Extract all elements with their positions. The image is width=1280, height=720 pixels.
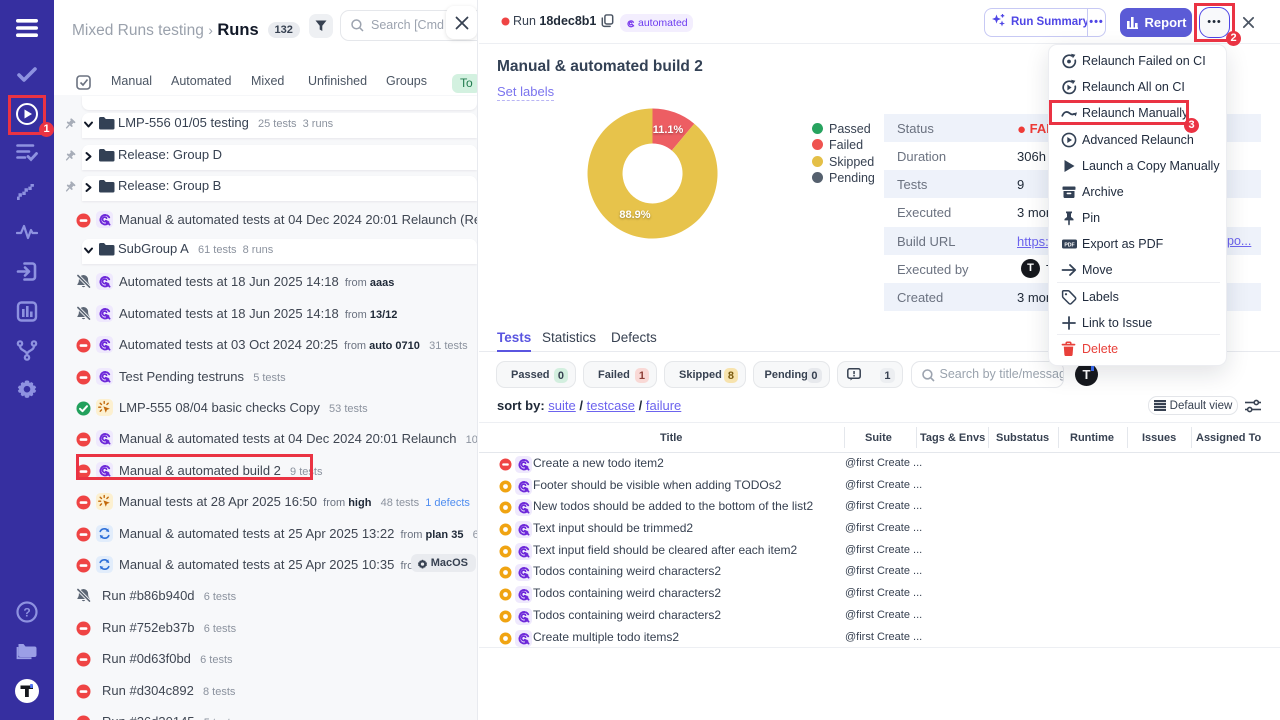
svg-text:88.9%: 88.9%: [619, 209, 650, 221]
svg-text:PDF: PDF: [1064, 243, 1074, 249]
svg-text:?: ?: [23, 606, 30, 620]
svg-text:11.1%: 11.1%: [653, 124, 684, 136]
